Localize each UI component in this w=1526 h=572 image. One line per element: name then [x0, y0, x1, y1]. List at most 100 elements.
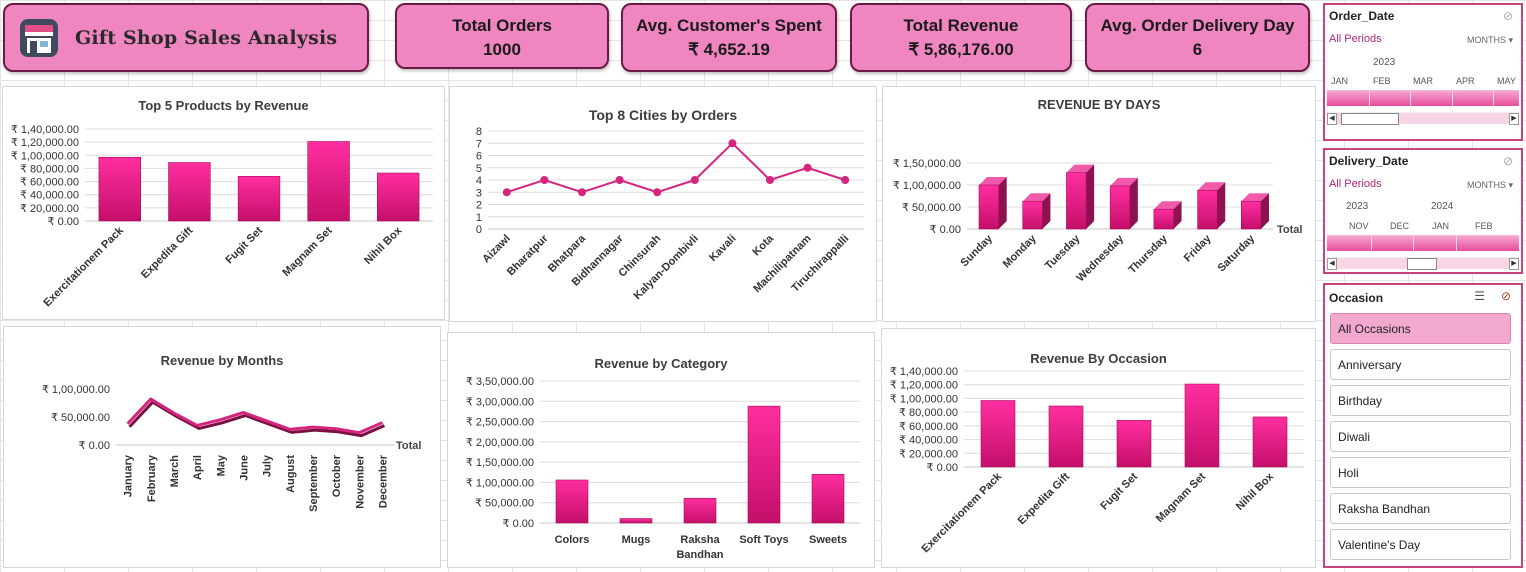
- kpi-total-orders: Total Orders 1000: [395, 3, 609, 69]
- scroll-thumb[interactable]: [1407, 258, 1437, 270]
- bar[interactable]: [811, 474, 845, 524]
- y-tick-label: 5: [476, 163, 482, 175]
- x-tick-label: Thursday: [1126, 232, 1170, 276]
- bar[interactable]: [555, 479, 589, 524]
- clear-filter-icon[interactable]: ⊘: [1501, 289, 1511, 303]
- delivery-date-slicer[interactable]: Delivery_Date ⊘ All Periods MONTHS ▾ 202…: [1323, 148, 1523, 274]
- clear-filter-icon[interactable]: ⊘: [1503, 154, 1513, 168]
- kpi-label: Total Revenue: [903, 16, 1019, 35]
- occasion-item[interactable]: All Occasions: [1330, 313, 1511, 344]
- bar[interactable]: [683, 497, 717, 524]
- x-tick-label: Colors: [555, 534, 590, 546]
- x-tick-label: February: [146, 454, 158, 502]
- y-tick-label: ₹ 40,000.00: [899, 435, 958, 447]
- chart-revenue-by-days[interactable]: REVENUE BY DAYS ₹ 0.00 ₹ 50,000.00 ₹ 1,00,…: [882, 86, 1316, 322]
- chart-top-cities[interactable]: Top 8 Cities by Orders 0 1 2 3 4 5 6 7 8 Aizawl Bh…: [449, 86, 877, 322]
- y-tick-label: ₹ 20,000.00: [899, 448, 958, 460]
- bar[interactable]: [98, 156, 141, 222]
- data-point[interactable]: [578, 188, 586, 197]
- y-tick-label: ₹ 1,40,000.00: [890, 366, 958, 378]
- y-tick-label: ₹ 20,000.00: [20, 203, 79, 215]
- scroll-right-icon[interactable]: ▶: [1509, 113, 1519, 125]
- chevron-down-icon: ▾: [1508, 180, 1513, 190]
- occasion-item[interactable]: Valentine's Day: [1330, 529, 1511, 560]
- occasion-slicer[interactable]: Occasion ☰ ⊘ All Occasions Anniversary B…: [1323, 283, 1523, 568]
- chart-revenue-by-months[interactable]: Revenue by Months ₹ 0.00 ₹ 50,000.00 ₹ 1,0…: [3, 326, 441, 568]
- y-tick-label: ₹ 3,00,000.00: [466, 396, 534, 408]
- bar[interactable]: [1184, 383, 1220, 468]
- x-tick-label: Bandhan: [676, 549, 723, 561]
- chart-top5-products[interactable]: Top 5 Products by Revenue ₹ 0.00 ₹ 20,000…: [2, 86, 445, 320]
- bar[interactable]: [307, 141, 350, 222]
- x-tick-label: Sunday: [958, 232, 995, 269]
- data-point[interactable]: [841, 176, 850, 184]
- bar-side: [1217, 182, 1226, 229]
- year-label: 2023: [1373, 57, 1396, 68]
- time-level-dropdown[interactable]: MONTHS ▾: [1467, 35, 1513, 46]
- x-tick-label: Nihil Box: [362, 224, 405, 267]
- chart-revenue-by-category[interactable]: Revenue by Category ₹ 0.00 ₹ 50,000.00 ₹ 1…: [447, 332, 875, 568]
- y-tick-label: ₹ 1,20,000.00: [890, 380, 958, 392]
- timeline-bar[interactable]: [1327, 235, 1519, 251]
- bar[interactable]: [619, 518, 653, 524]
- time-level-dropdown[interactable]: MONTHS ▾: [1467, 180, 1513, 191]
- occasion-item[interactable]: Raksha Bandhan: [1330, 493, 1511, 524]
- bar[interactable]: [168, 162, 211, 222]
- occasion-item[interactable]: Diwali: [1330, 421, 1511, 452]
- bar[interactable]: [1066, 172, 1087, 230]
- bar[interactable]: [747, 405, 781, 524]
- kpi-value: ₹ 4,652.19: [688, 40, 770, 59]
- data-point[interactable]: [540, 176, 549, 184]
- data-point[interactable]: [728, 139, 737, 148]
- y-tick-label: 6: [476, 151, 482, 163]
- occasion-item[interactable]: Birthday: [1330, 385, 1511, 416]
- bar[interactable]: [1116, 420, 1152, 468]
- chart-svg: 012345678AizawlBharatpurBhatparaBidhanna…: [476, 126, 864, 302]
- y-tick-label: ₹ 60,000.00: [899, 421, 958, 433]
- x-tick-label: Tuesday: [1043, 232, 1083, 272]
- occasion-item[interactable]: Holi: [1330, 457, 1511, 488]
- scroll-left-icon[interactable]: ◀: [1327, 113, 1337, 125]
- data-point[interactable]: [766, 176, 774, 184]
- bar[interactable]: [980, 400, 1016, 468]
- data-point[interactable]: [615, 176, 624, 184]
- month-label: APR: [1456, 76, 1475, 86]
- y-tick-label: 8: [476, 126, 482, 138]
- multi-select-icon[interactable]: ☰: [1474, 289, 1485, 303]
- bar[interactable]: [1109, 185, 1131, 230]
- bar[interactable]: [1048, 405, 1084, 468]
- y-tick-label: ₹ 40,000.00: [20, 190, 79, 202]
- time-level-label: MONTHS: [1466, 180, 1506, 190]
- bar[interactable]: [1153, 208, 1174, 230]
- data-point[interactable]: [690, 176, 699, 184]
- data-point[interactable]: [803, 163, 812, 172]
- y-tick-label: ₹ 1,00,000.00: [893, 180, 961, 192]
- bar[interactable]: [1252, 416, 1288, 468]
- bar[interactable]: [377, 172, 420, 222]
- data-point[interactable]: [502, 188, 511, 197]
- scroll-right-icon[interactable]: ▶: [1509, 258, 1519, 270]
- bar[interactable]: [978, 184, 999, 230]
- chart-revenue-by-occasion[interactable]: Revenue By Occasion ₹ 0.00 ₹ 20,000.00 ₹ 4…: [881, 328, 1316, 568]
- timeline-bar[interactable]: [1327, 90, 1519, 106]
- bar[interactable]: [1241, 200, 1262, 230]
- x-tick-label: October: [331, 454, 343, 497]
- occasion-item[interactable]: Anniversary: [1330, 349, 1511, 380]
- timeline-scrollbar[interactable]: ◀ ▶: [1327, 112, 1519, 125]
- chart-svg: ₹ 0.00 ₹ 20,000.00₹ 40,000.00 ₹ 60,000.00 ₹…: [890, 366, 1304, 555]
- x-tick-label: June: [238, 455, 250, 481]
- y-tick-label: ₹ 1,00,000.00: [11, 150, 79, 162]
- x-tick-label: Bharatpur: [505, 232, 551, 278]
- timeline-scrollbar[interactable]: ◀ ▶: [1327, 257, 1519, 270]
- bar[interactable]: [1022, 200, 1043, 230]
- order-date-slicer[interactable]: Order_Date ⊘ All Periods MONTHS ▾ 2023 J…: [1323, 3, 1523, 141]
- y-tick-label: 0: [476, 224, 482, 236]
- title-card: Gift Shop Sales Analysis: [3, 3, 369, 72]
- clear-filter-icon[interactable]: ⊘: [1503, 9, 1513, 23]
- y-tick-label: ₹ 0.00: [48, 216, 79, 228]
- scroll-thumb[interactable]: [1341, 113, 1399, 125]
- scroll-left-icon[interactable]: ◀: [1327, 258, 1337, 270]
- bar[interactable]: [237, 176, 281, 222]
- bar[interactable]: [1197, 189, 1218, 230]
- data-point[interactable]: [653, 188, 662, 197]
